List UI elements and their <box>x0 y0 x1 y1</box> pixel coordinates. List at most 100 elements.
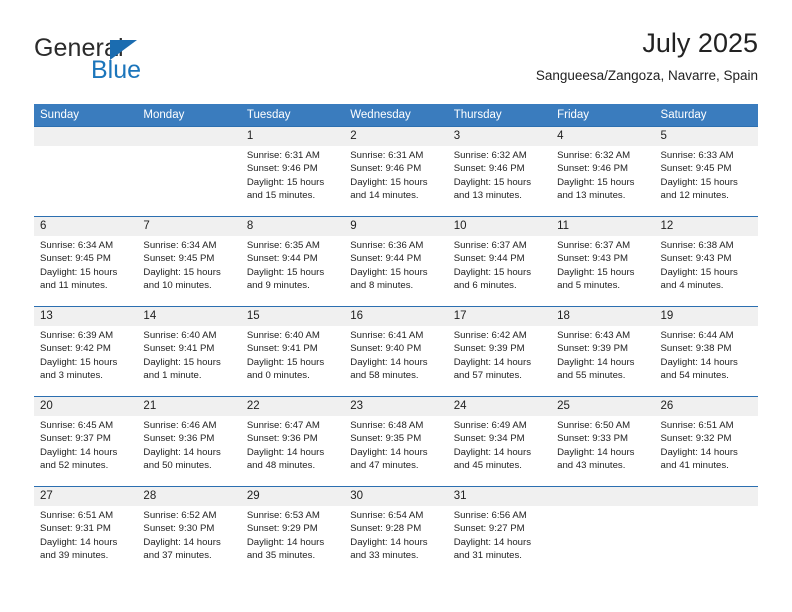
day-cell-inner: 16 Sunrise: 6:41 AM Sunset: 9:40 PM Dayligh… <box>344 307 448 396</box>
day-cell-inner: 8 Sunrise: 6:35 AM Sunset: 9:44 PM Daylight… <box>240 217 345 306</box>
calendar-day-cell[interactable]: 19 Sunrise: 6:44 AM Sunset: 9:38 PM Dayligh… <box>654 306 758 397</box>
calendar-day-cell[interactable]: 16 Sunrise: 6:41 AM Sunset: 9:40 PM Dayligh… <box>344 306 448 397</box>
page-header: General Blue July 2025 Sangueesa/Zangoza… <box>34 26 758 98</box>
sunset-text: Sunset: 9:35 PM <box>350 433 422 445</box>
sunset-text: Sunset: 9:45 PM <box>660 163 732 175</box>
sunset-text: Sunset: 9:36 PM <box>246 433 318 445</box>
day-details: Sunrise: 6:48 AM Sunset: 9:35 PM Daylight:… <box>344 416 447 473</box>
calendar-day-cell[interactable]: 15 Sunrise: 6:40 AM Sunset: 9:41 PM Dayligh… <box>240 306 345 397</box>
day-number: 12 <box>654 217 758 236</box>
weekday-header-friday: Friday <box>551 104 655 127</box>
day-number <box>137 127 241 146</box>
day-details: Sunrise: 6:38 AM Sunset: 9:43 PM Daylight:… <box>655 236 758 293</box>
day-cell-inner <box>654 487 758 577</box>
day-number: 26 <box>654 397 758 416</box>
day-cell-inner <box>34 127 138 216</box>
calendar-day-cell[interactable]: 26 Sunrise: 6:51 AM Sunset: 9:32 PM Dayligh… <box>654 396 758 487</box>
day-cell-inner: 26 Sunrise: 6:51 AM Sunset: 9:32 PM Dayligh… <box>654 397 758 486</box>
calendar-day-cell[interactable]: 28 Sunrise: 6:52 AM Sunset: 9:30 PM Dayligh… <box>137 486 241 577</box>
day-cell-inner: 4 Sunrise: 6:32 AM Sunset: 9:46 PM Daylight… <box>551 127 655 216</box>
sunset-text: Sunset: 9:31 PM <box>40 523 111 535</box>
day-cell-inner: 9 Sunrise: 6:36 AM Sunset: 9:44 PM Daylight… <box>344 217 448 306</box>
day-number: 20 <box>34 397 138 416</box>
sunrise-text: Sunrise: 6:42 AM <box>453 330 527 341</box>
calendar-day-cell[interactable]: 18 Sunrise: 6:43 AM Sunset: 9:39 PM Dayligh… <box>551 306 655 397</box>
day-cell-inner: 19 Sunrise: 6:44 AM Sunset: 9:38 PM Dayligh… <box>654 307 758 396</box>
daylight-text: Daylight: 14 hours and 43 minutes. <box>557 446 635 472</box>
sunset-text: Sunset: 9:46 PM <box>557 163 629 175</box>
calendar-day-cell[interactable]: 27 Sunrise: 6:51 AM Sunset: 9:31 PM Dayligh… <box>34 486 138 577</box>
day-number: 11 <box>551 217 655 236</box>
day-cell-inner <box>137 127 241 216</box>
calendar-day-cell[interactable]: 4 Sunrise: 6:32 AM Sunset: 9:46 PM Daylight… <box>551 126 655 217</box>
calendar-day-cell[interactable]: 13 Sunrise: 6:39 AM Sunset: 9:42 PM Dayligh… <box>34 306 138 397</box>
day-details: Sunrise: 6:51 AM Sunset: 9:31 PM Daylight:… <box>34 506 137 563</box>
day-number: 29 <box>240 487 345 506</box>
calendar-day-cell[interactable]: 21 Sunrise: 6:46 AM Sunset: 9:36 PM Dayligh… <box>137 396 241 487</box>
daylight-text: Daylight: 15 hours and 1 minute. <box>143 356 221 382</box>
daylight-text: Daylight: 14 hours and 47 minutes. <box>350 446 428 472</box>
day-details: Sunrise: 6:46 AM Sunset: 9:36 PM Daylight:… <box>137 416 240 473</box>
daylight-text: Daylight: 15 hours and 4 minutes. <box>660 266 738 292</box>
day-number: 10 <box>447 217 552 236</box>
calendar-day-cell-empty <box>551 486 655 577</box>
calendar-day-cell[interactable]: 7 Sunrise: 6:34 AM Sunset: 9:45 PM Daylight… <box>137 216 241 307</box>
daylight-text: Daylight: 15 hours and 13 minutes. <box>453 176 532 202</box>
sunrise-text: Sunrise: 6:45 AM <box>40 420 114 431</box>
calendar-day-cell[interactable]: 11 Sunrise: 6:37 AM Sunset: 9:43 PM Dayligh… <box>551 216 655 307</box>
day-details: Sunrise: 6:40 AM Sunset: 9:41 PM Daylight:… <box>241 326 344 383</box>
calendar-day-cell[interactable]: 12 Sunrise: 6:38 AM Sunset: 9:43 PM Dayligh… <box>654 216 758 307</box>
day-details: Sunrise: 6:52 AM Sunset: 9:30 PM Daylight:… <box>137 506 240 563</box>
daylight-text: Daylight: 14 hours and 48 minutes. <box>246 446 325 472</box>
day-details: Sunrise: 6:50 AM Sunset: 9:33 PM Daylight:… <box>551 416 654 473</box>
day-number: 25 <box>551 397 655 416</box>
day-details: Sunrise: 6:51 AM Sunset: 9:32 PM Daylight:… <box>655 416 758 473</box>
calendar-body: 1 Sunrise: 6:31 AM Sunset: 9:46 PM Daylight… <box>34 126 758 577</box>
calendar-header-row: Sunday Monday Tuesday Wednesday Thursday… <box>34 104 758 127</box>
sunrise-text: Sunrise: 6:32 AM <box>557 150 631 161</box>
calendar-day-cell[interactable]: 14 Sunrise: 6:40 AM Sunset: 9:41 PM Dayligh… <box>137 306 241 397</box>
calendar-day-cell[interactable]: 1 Sunrise: 6:31 AM Sunset: 9:46 PM Daylight… <box>240 126 345 217</box>
weekday-header-wednesday: Wednesday <box>344 104 448 127</box>
calendar-day-cell[interactable]: 31 Sunrise: 6:56 AM Sunset: 9:27 PM Dayligh… <box>447 486 552 577</box>
calendar-day-cell[interactable]: 2 Sunrise: 6:31 AM Sunset: 9:46 PM Daylight… <box>344 126 448 217</box>
daylight-text: Daylight: 15 hours and 13 minutes. <box>557 176 635 202</box>
day-cell-inner: 11 Sunrise: 6:37 AM Sunset: 9:43 PM Dayligh… <box>551 217 655 306</box>
calendar-day-cell[interactable]: 17 Sunrise: 6:42 AM Sunset: 9:39 PM Dayligh… <box>447 306 552 397</box>
calendar-day-cell[interactable]: 29 Sunrise: 6:53 AM Sunset: 9:29 PM Dayligh… <box>240 486 345 577</box>
daylight-text: Daylight: 14 hours and 45 minutes. <box>453 446 532 472</box>
daylight-text: Daylight: 14 hours and 31 minutes. <box>453 536 532 562</box>
day-details: Sunrise: 6:32 AM Sunset: 9:46 PM Daylight:… <box>448 146 551 203</box>
calendar-day-cell[interactable]: 6 Sunrise: 6:34 AM Sunset: 9:45 PM Daylight… <box>34 216 138 307</box>
sunrise-text: Sunrise: 6:48 AM <box>350 420 424 431</box>
sunrise-text: Sunrise: 6:40 AM <box>246 330 320 341</box>
calendar-day-cell[interactable]: 24 Sunrise: 6:49 AM Sunset: 9:34 PM Dayligh… <box>447 396 552 487</box>
calendar-day-cell[interactable]: 8 Sunrise: 6:35 AM Sunset: 9:44 PM Daylight… <box>240 216 345 307</box>
sunset-text: Sunset: 9:33 PM <box>557 433 629 445</box>
sunset-text: Sunset: 9:44 PM <box>453 253 525 265</box>
calendar-page: General Blue July 2025 Sangueesa/Zangoza… <box>0 0 792 612</box>
calendar-day-cell[interactable]: 20 Sunrise: 6:45 AM Sunset: 9:37 PM Dayligh… <box>34 396 138 487</box>
sunrise-text: Sunrise: 6:46 AM <box>143 420 217 431</box>
sunrise-text: Sunrise: 6:52 AM <box>143 510 217 521</box>
day-cell-inner: 28 Sunrise: 6:52 AM Sunset: 9:30 PM Dayligh… <box>137 487 241 577</box>
daylight-text: Daylight: 15 hours and 5 minutes. <box>557 266 635 292</box>
calendar-day-cell[interactable]: 9 Sunrise: 6:36 AM Sunset: 9:44 PM Daylight… <box>344 216 448 307</box>
day-details: Sunrise: 6:40 AM Sunset: 9:41 PM Daylight:… <box>137 326 240 383</box>
calendar-day-cell[interactable]: 30 Sunrise: 6:54 AM Sunset: 9:28 PM Dayligh… <box>344 486 448 577</box>
calendar-day-cell[interactable]: 5 Sunrise: 6:33 AM Sunset: 9:45 PM Daylight… <box>654 126 758 217</box>
day-details: Sunrise: 6:31 AM Sunset: 9:46 PM Daylight:… <box>344 146 447 203</box>
calendar-day-cell[interactable]: 23 Sunrise: 6:48 AM Sunset: 9:35 PM Dayligh… <box>344 396 448 487</box>
daylight-text: Daylight: 15 hours and 6 minutes. <box>453 266 532 292</box>
day-number: 24 <box>447 397 552 416</box>
daylight-text: Daylight: 14 hours and 41 minutes. <box>660 446 738 472</box>
day-number: 4 <box>551 127 655 146</box>
sunset-text: Sunset: 9:36 PM <box>143 433 215 445</box>
calendar-day-cell[interactable]: 3 Sunrise: 6:32 AM Sunset: 9:46 PM Daylight… <box>447 126 552 217</box>
calendar-day-cell[interactable]: 10 Sunrise: 6:37 AM Sunset: 9:44 PM Dayligh… <box>447 216 552 307</box>
daylight-text: Daylight: 15 hours and 11 minutes. <box>40 266 118 292</box>
calendar-day-cell[interactable]: 22 Sunrise: 6:47 AM Sunset: 9:36 PM Dayligh… <box>240 396 345 487</box>
day-number: 6 <box>34 217 138 236</box>
calendar-day-cell[interactable]: 25 Sunrise: 6:50 AM Sunset: 9:33 PM Dayligh… <box>551 396 655 487</box>
weekday-header-monday: Monday <box>137 104 241 127</box>
